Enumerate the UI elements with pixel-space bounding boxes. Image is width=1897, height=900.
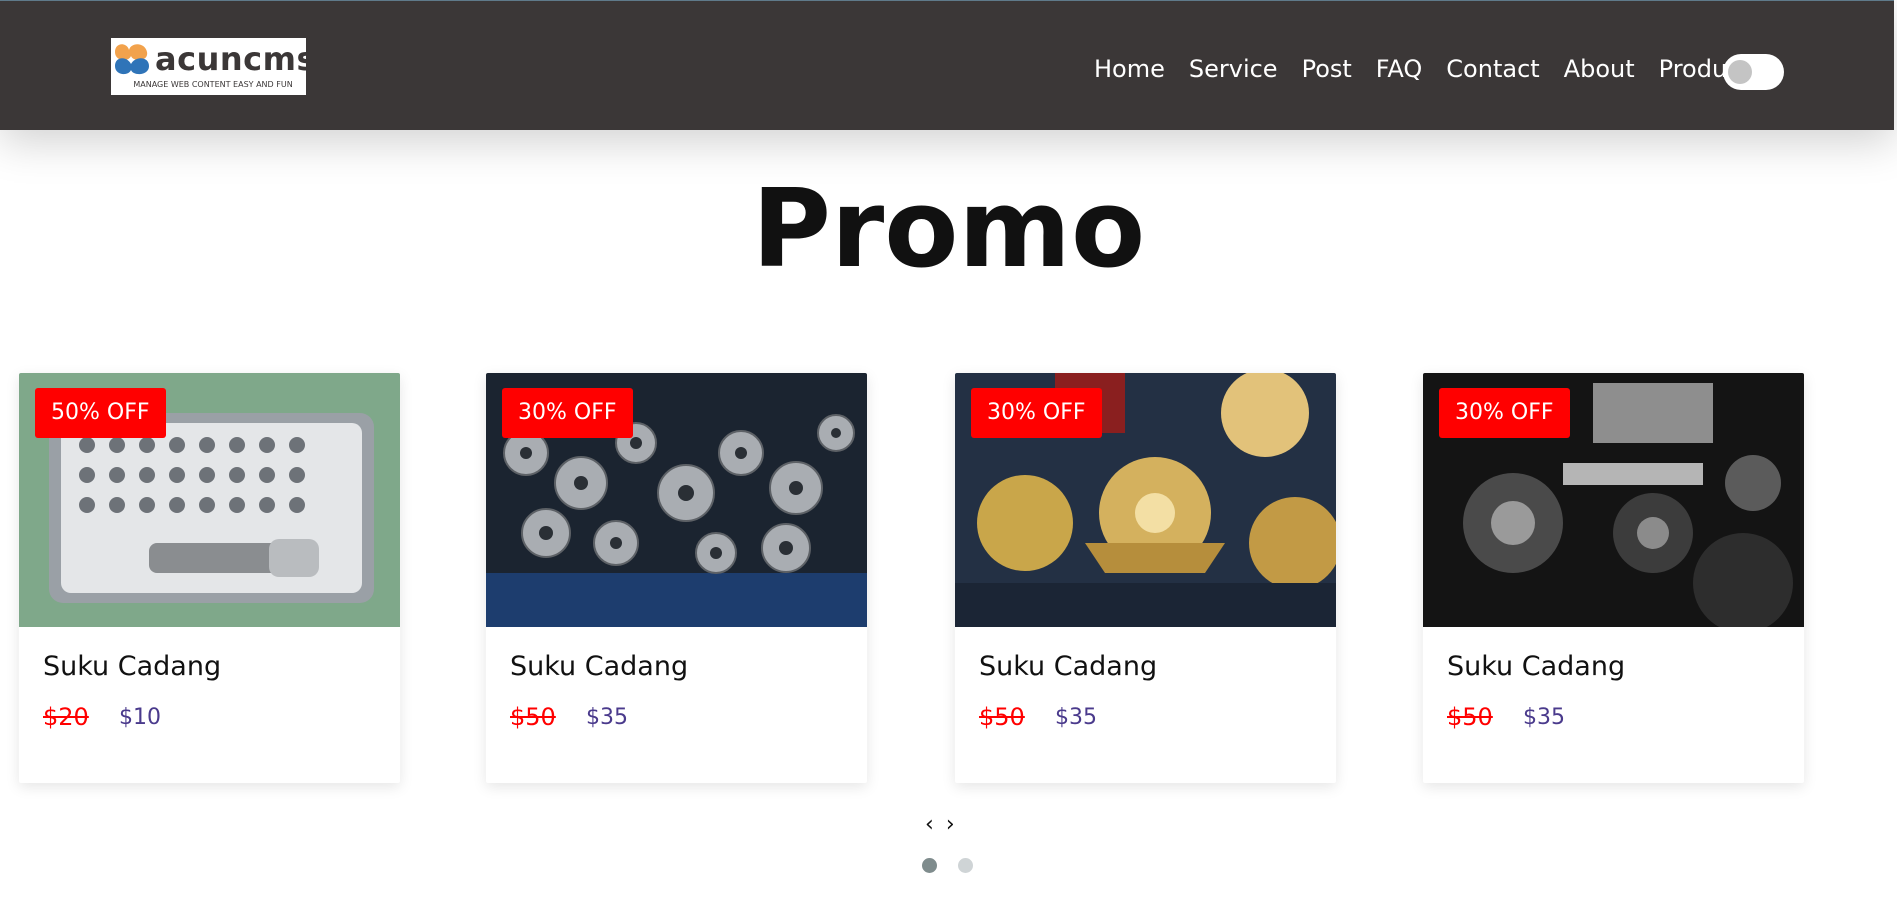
discount-badge: 30% OFF — [502, 388, 633, 438]
discount-badge: 50% OFF — [35, 388, 166, 438]
nav-faq[interactable]: FAQ — [1376, 55, 1423, 83]
original-price: $50 — [510, 703, 556, 731]
nav-about[interactable]: About — [1564, 55, 1635, 83]
nav-contact[interactable]: Contact — [1446, 55, 1539, 83]
original-price: $50 — [979, 703, 1025, 731]
discount-badge: 30% OFF — [971, 388, 1102, 438]
product-title[interactable]: Suku Cadang — [510, 651, 688, 682]
product-title[interactable]: Suku Cadang — [43, 651, 221, 682]
carousel-pagination — [922, 858, 973, 873]
product-title[interactable]: Suku Cadang — [979, 651, 1157, 682]
carousel-dot-1[interactable] — [922, 858, 937, 873]
carousel-dot-2[interactable] — [958, 858, 973, 873]
nav-post[interactable]: Post — [1302, 55, 1352, 83]
logo-wordmark: acuncms — [155, 40, 306, 78]
logo-tagline: MANAGE WEB CONTENT EASY AND FUN — [133, 80, 293, 89]
main-nav: Home Service Post FAQ Contact About Prod… — [1094, 49, 1774, 89]
sale-price: $10 — [119, 705, 161, 730]
carousel-next-button[interactable]: › — [946, 812, 955, 837]
nav-home[interactable]: Home — [1094, 55, 1165, 83]
product-card[interactable]: 30% OFF Suku Cadang $50 $35 — [486, 373, 867, 783]
carousel-arrows: ‹ › — [925, 812, 955, 837]
nav-service[interactable]: Service — [1189, 55, 1278, 83]
discount-badge: 30% OFF — [1439, 388, 1570, 438]
product-card[interactable]: 50% OFF Suku Cadang $20 $10 — [19, 373, 400, 783]
product-title[interactable]: Suku Cadang — [1447, 651, 1625, 682]
theme-toggle[interactable] — [1723, 54, 1784, 90]
page-title: Promo — [751, 167, 1146, 292]
original-price: $50 — [1447, 703, 1493, 731]
toggle-knob — [1728, 60, 1752, 84]
sale-price: $35 — [1523, 705, 1565, 730]
logo-mark-icon — [115, 44, 149, 75]
site-logo[interactable]: acuncms MANAGE WEB CONTENT EASY AND FUN — [111, 38, 306, 95]
navbar: acuncms MANAGE WEB CONTENT EASY AND FUN … — [0, 0, 1894, 130]
sale-price: $35 — [1055, 705, 1097, 730]
product-card[interactable]: 30% OFF Suku Cadang $50 $35 — [1423, 373, 1804, 783]
carousel-prev-button[interactable]: ‹ — [925, 812, 934, 837]
product-card[interactable]: 30% OFF Suku Cadang $50 $35 — [955, 373, 1336, 783]
original-price: $20 — [43, 703, 89, 731]
sale-price: $35 — [586, 705, 628, 730]
